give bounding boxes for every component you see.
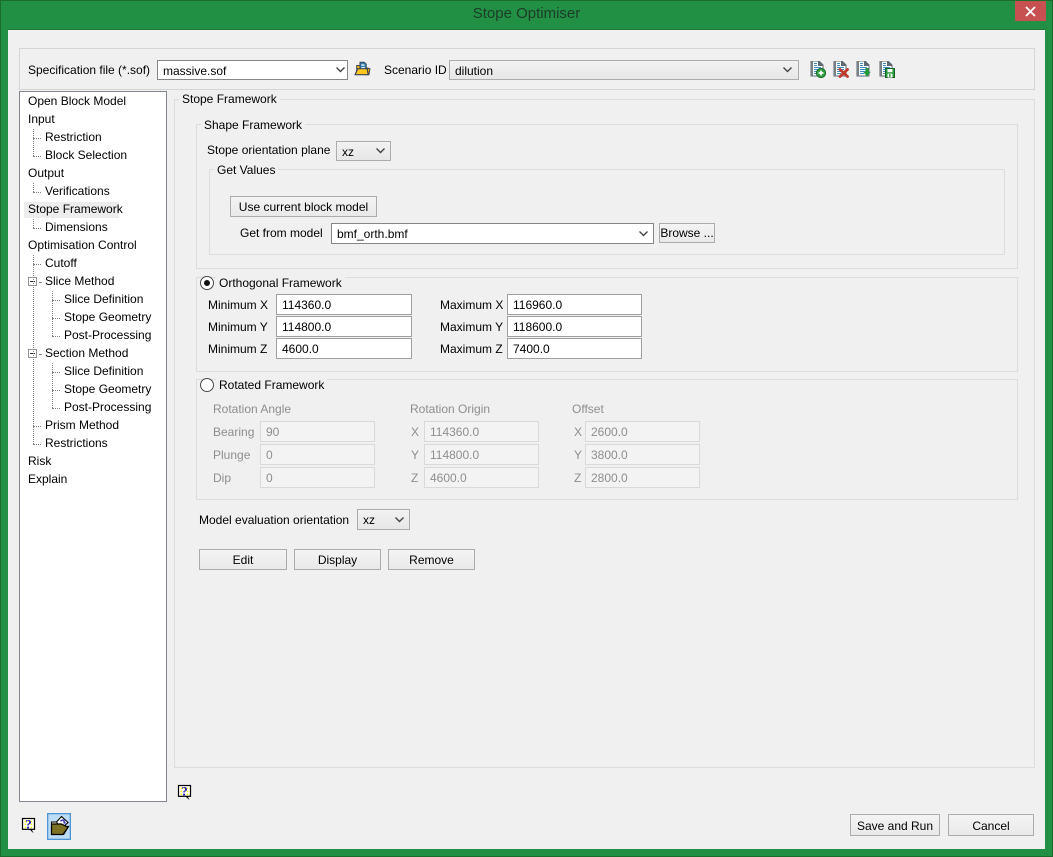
svg-text:?: ? — [181, 784, 188, 799]
svg-text:?: ? — [25, 817, 32, 832]
